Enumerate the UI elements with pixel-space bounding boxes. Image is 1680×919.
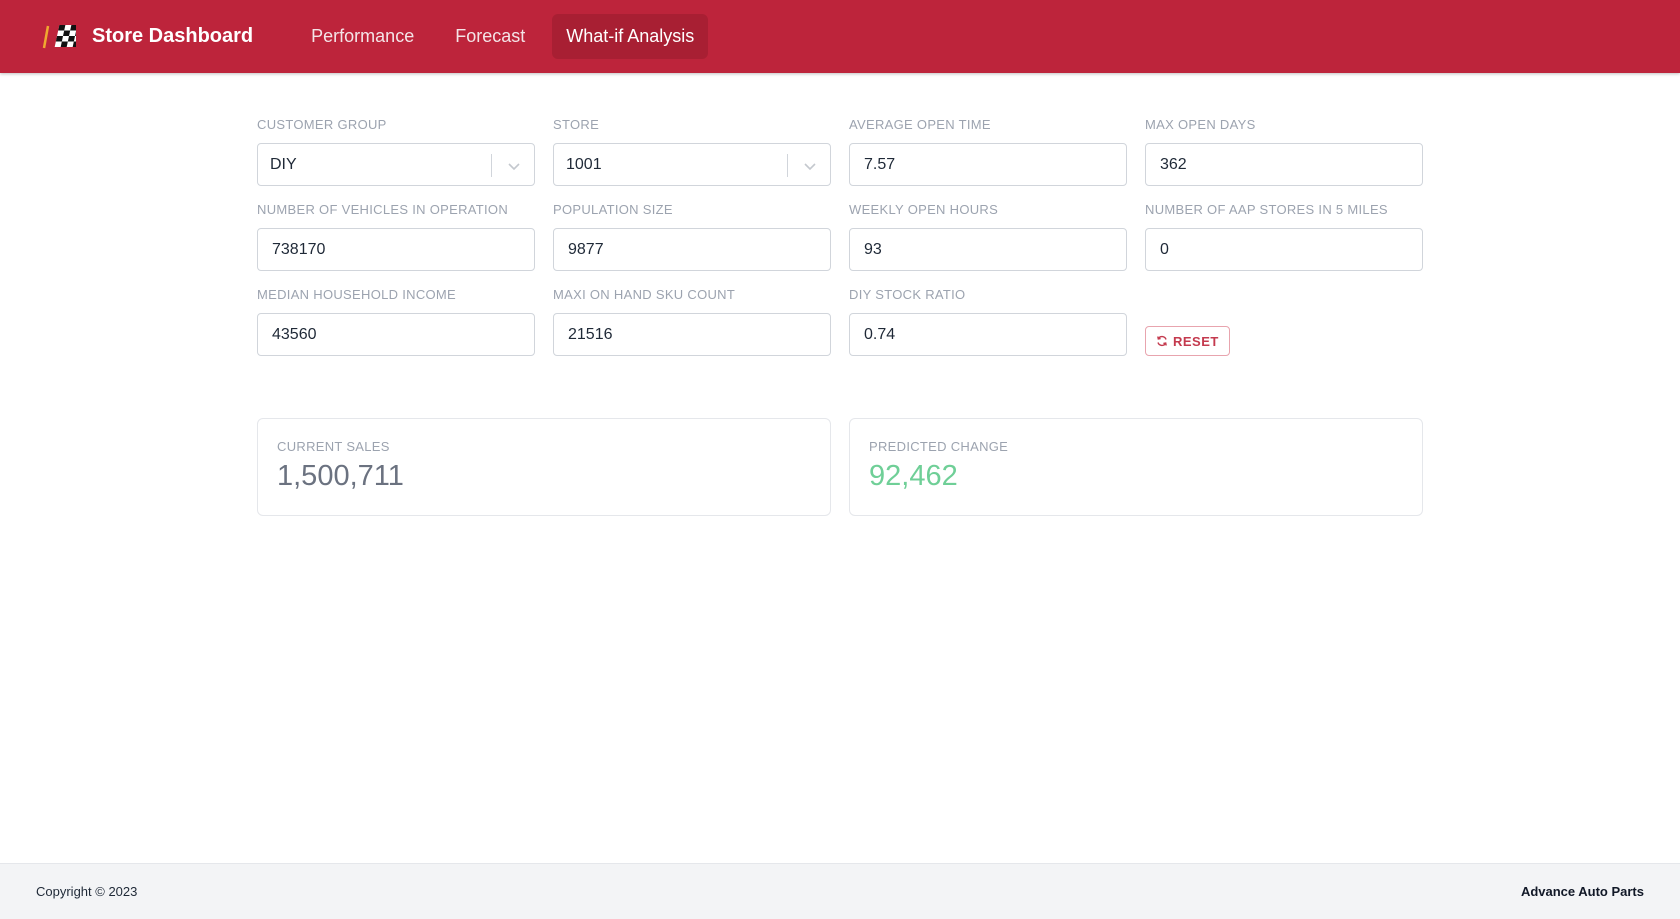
nav-forecast[interactable]: Forecast: [441, 14, 539, 59]
maxi-sku-count-input[interactable]: [553, 313, 831, 356]
maxi-sku-count-label: MAXI ON HAND SKU COUNT: [553, 287, 736, 302]
weekly-open-hours-field: WEEKLY OPEN HOURS: [849, 202, 1127, 271]
average-open-time-input[interactable]: [849, 143, 1127, 186]
app-title: Store Dashboard: [92, 25, 254, 47]
store-field: STORE 1001: [553, 117, 831, 186]
customer-group-value: DIY: [270, 155, 297, 173]
current-sales-label: CURRENT SALES: [277, 439, 390, 454]
predicted-change-label: PREDICTED CHANGE: [869, 439, 1009, 454]
diy-stock-ratio-label: DIY STOCK RATIO: [849, 287, 966, 302]
aap-stores-label: NUMBER OF AAP STORES IN 5 MILES: [1145, 202, 1388, 217]
population-size-field: POPULATION SIZE: [553, 202, 831, 271]
median-household-income-label: MEDIAN HOUSEHOLD INCOME: [257, 287, 457, 302]
weekly-open-hours-input[interactable]: [849, 228, 1127, 271]
max-open-days-label: MAX OPEN DAYS: [1145, 117, 1256, 132]
copyright-text: Copyright © 2023: [36, 884, 138, 899]
diy-stock-ratio-input[interactable]: [849, 313, 1127, 356]
reset-container: RESET: [1145, 287, 1423, 356]
max-open-days-input[interactable]: [1145, 143, 1423, 186]
store-select[interactable]: 1001: [553, 143, 831, 186]
diy-stock-ratio-field: DIY STOCK RATIO: [849, 287, 1127, 356]
footer: Copyright © 2023 Advance Auto Parts: [0, 863, 1680, 919]
population-size-label: POPULATION SIZE: [553, 202, 673, 217]
customer-group-select[interactable]: DIY: [257, 143, 535, 186]
top-navbar: Store Dashboard Performance Forecast Wha…: [0, 0, 1680, 73]
checkered-flag-icon: [42, 24, 76, 48]
select-separator: [491, 154, 492, 177]
brand[interactable]: Store Dashboard: [42, 22, 253, 52]
max-open-days-field: MAX OPEN DAYS: [1145, 117, 1423, 186]
maxi-sku-count-field: MAXI ON HAND SKU COUNT: [553, 287, 831, 356]
population-size-input[interactable]: [553, 228, 831, 271]
results-cards: CURRENT SALES 1,500,711 PREDICTED CHANGE…: [257, 418, 1423, 516]
customer-group-label: CUSTOMER GROUP: [257, 117, 387, 132]
vehicles-in-operation-input[interactable]: [257, 228, 535, 271]
store-label: STORE: [553, 117, 600, 132]
predicted-change-card: PREDICTED CHANGE 92,462: [849, 418, 1423, 516]
store-value: 1001: [566, 155, 602, 173]
nav-performance[interactable]: Performance: [297, 14, 428, 59]
average-open-time-label: AVERAGE OPEN TIME: [849, 117, 991, 132]
what-if-form: CUSTOMER GROUP DIY STORE 1001 AVERAGE OP…: [257, 117, 1423, 356]
median-household-income-input[interactable]: [257, 313, 535, 356]
predicted-change-value: 92,462: [869, 460, 958, 492]
current-sales-value: 1,500,711: [277, 460, 404, 492]
company-name: Advance Auto Parts: [1520, 884, 1644, 899]
current-sales-card: CURRENT SALES 1,500,711: [257, 418, 831, 516]
customer-group-field: CUSTOMER GROUP DIY: [257, 117, 535, 186]
select-separator: [787, 154, 788, 177]
aap-stores-input[interactable]: [1145, 228, 1423, 271]
vehicles-in-operation-label: NUMBER OF VEHICLES IN OPERATION: [257, 202, 509, 217]
vehicles-in-operation-field: NUMBER OF VEHICLES IN OPERATION: [257, 202, 535, 271]
weekly-open-hours-label: WEEKLY OPEN HOURS: [849, 202, 999, 217]
reset-button[interactable]: RESET: [1145, 326, 1230, 356]
average-open-time-field: AVERAGE OPEN TIME: [849, 117, 1127, 186]
nav-what-if-analysis[interactable]: What-if Analysis: [552, 14, 709, 59]
aap-stores-field: NUMBER OF AAP STORES IN 5 MILES: [1145, 202, 1423, 271]
median-household-income-field: MEDIAN HOUSEHOLD INCOME: [257, 287, 535, 356]
reset-label: RESET: [1173, 333, 1219, 349]
chevron-down-icon[interactable]: [802, 158, 818, 174]
main-nav: Performance Forecast What-if Analysis: [297, 14, 721, 59]
chevron-down-icon[interactable]: [506, 158, 522, 174]
refresh-icon: [1157, 335, 1167, 347]
